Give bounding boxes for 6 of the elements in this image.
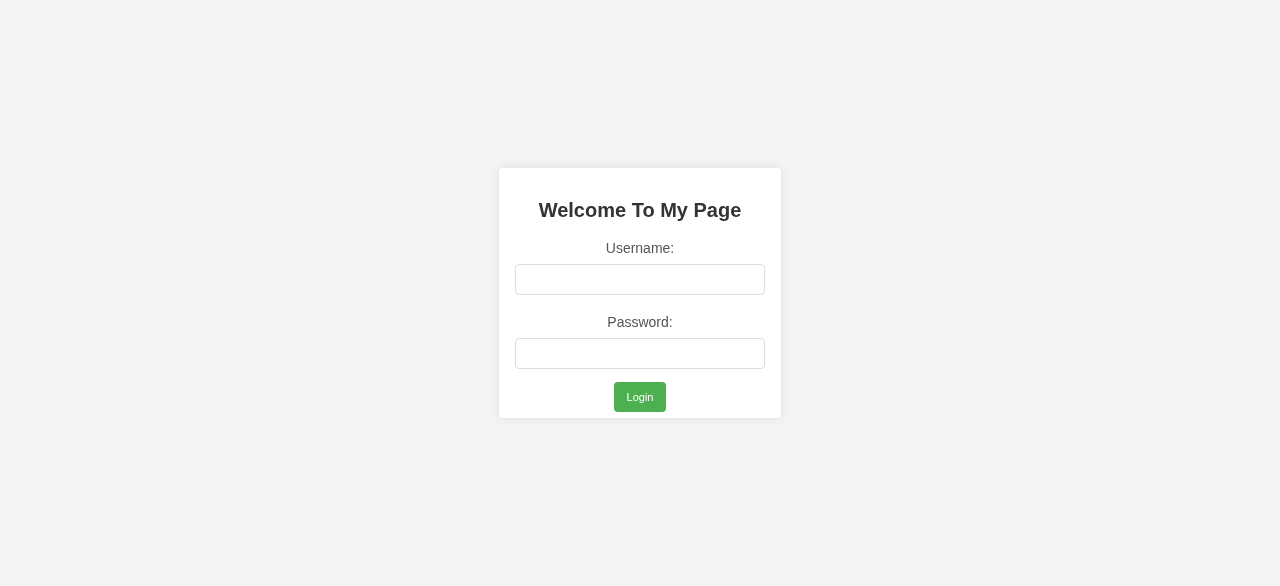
input-field[interactable] (515, 264, 765, 295)
field-label: Password: (607, 314, 673, 330)
input-field[interactable] (515, 338, 765, 369)
page-title: Welcome To My Page (538, 198, 742, 222)
field-label: Username: (605, 240, 675, 256)
login-button[interactable]: Login (614, 382, 666, 412)
